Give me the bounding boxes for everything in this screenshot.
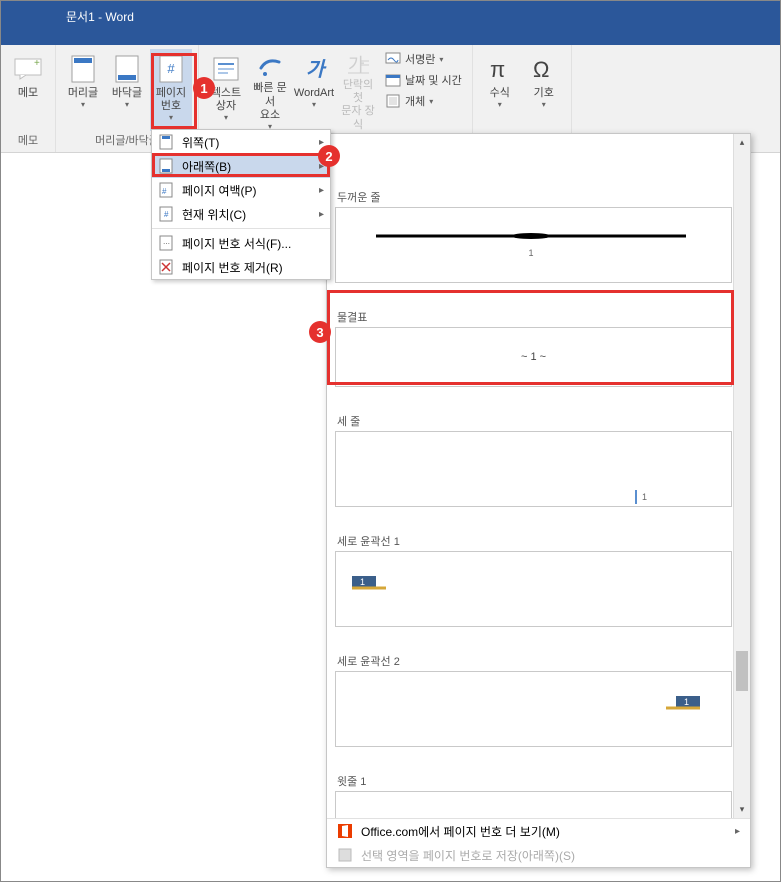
gallery-label-vert-outline1: 세로 윤곽선 1 xyxy=(335,507,742,551)
menu-item-top[interactable]: 위쪽(T) ▸ xyxy=(152,130,330,154)
gallery-item-tilde[interactable]: ~ 1 ~ xyxy=(335,327,732,387)
gallery-footer: Office.com에서 페이지 번호 더 보기(M) ▸ 선택 영역을 페이지… xyxy=(327,818,750,867)
chevron-down-icon: ▾ xyxy=(498,100,502,109)
svg-text:⋯: ⋯ xyxy=(163,241,170,248)
gallery-item-vert-outline2[interactable]: 1 xyxy=(335,671,732,747)
chevron-right-icon: ▸ xyxy=(319,209,324,220)
dropcap-icon: 가 xyxy=(342,53,374,77)
titlebar: 문서1 - Word xyxy=(1,1,780,31)
datetime-button[interactable]: 날짜 및 시간 xyxy=(381,70,466,90)
page-number-icon: # xyxy=(155,53,187,85)
object-icon xyxy=(385,93,401,109)
quickparts-button[interactable]: 빠른 문서 요소 ▾ xyxy=(249,49,291,131)
callout-3: 3 xyxy=(309,321,331,343)
svg-text:가: 가 xyxy=(306,59,327,81)
svg-text:1: 1 xyxy=(684,697,689,707)
equation-icon: π xyxy=(484,53,516,85)
scroll-up-icon[interactable]: ▴ xyxy=(734,134,750,151)
ribbon-group-header-footer-label: 머리글/바닥글 xyxy=(95,132,159,150)
gallery-item-thick-line[interactable]: 1 xyxy=(335,207,732,283)
equation-button[interactable]: π 수식 ▾ xyxy=(479,49,521,131)
quickparts-icon xyxy=(254,53,286,80)
preview-number-1: 1 xyxy=(528,248,533,258)
menu-item-remove[interactable]: 페이지 번호 제거(R) xyxy=(152,255,330,279)
format-icon: ⋯ xyxy=(158,235,174,251)
signature-icon xyxy=(385,51,401,67)
gallery-more-office[interactable]: Office.com에서 페이지 번호 더 보기(M) ▸ xyxy=(327,819,750,843)
wordart-icon: 가 xyxy=(298,53,330,85)
ribbon-group-memo: + 메모 메모 xyxy=(1,45,56,152)
page-bottom-icon xyxy=(158,158,174,174)
header-button[interactable]: 머리글 ▾ xyxy=(62,49,104,131)
svg-text:#: # xyxy=(162,187,167,196)
footer-button[interactable]: 바닥글 ▾ xyxy=(106,49,148,131)
page-number-gallery: 두꺼운 줄 1 물결표 ~ 1 ~ 세 줄 1 세로 윤곽선 1 1 세로 윤곽… xyxy=(326,133,751,868)
menu-item-current[interactable]: # 현재 위치(C) ▸ xyxy=(152,202,330,226)
ribbon-tab-strip xyxy=(1,31,780,45)
textbox-icon xyxy=(210,53,242,85)
gallery-label-tilde: 물결표 xyxy=(335,283,742,327)
svg-text:#: # xyxy=(167,61,175,76)
scrollbar-thumb[interactable] xyxy=(736,651,748,691)
page-number-dropdown: 위쪽(T) ▸ 아래쪽(B) ▸ # 페이지 여백(P) ▸ # 현재 위치(C… xyxy=(151,129,331,280)
page-top-icon xyxy=(158,134,174,150)
chevron-down-icon: ▾ xyxy=(439,55,443,64)
chevron-right-icon: ▸ xyxy=(735,826,740,837)
gallery-label-three-lines: 세 줄 xyxy=(335,387,742,431)
gallery-save-selection: 선택 영역을 페이지 번호로 저장(아래쪽)(S) xyxy=(327,843,750,867)
symbol-button[interactable]: Ω 기호 ▾ xyxy=(523,49,565,131)
svg-text:1: 1 xyxy=(642,492,647,502)
office-icon xyxy=(337,823,353,839)
chevron-down-icon: ▾ xyxy=(542,100,546,109)
page-number-button[interactable]: # 페이지 번호 ▾ xyxy=(150,49,192,131)
dropcap-button[interactable]: 가 단락의 첫 문자 장식 ▾ xyxy=(337,49,379,131)
object-button[interactable]: 개체 ▾ xyxy=(381,91,466,111)
chevron-down-icon: ▾ xyxy=(125,100,129,109)
chevron-down-icon: ▾ xyxy=(312,100,316,109)
window-title: 문서1 - Word xyxy=(66,8,134,25)
memo-icon: + xyxy=(12,53,44,85)
svg-text:π: π xyxy=(490,57,505,82)
gallery-item-three-lines[interactable]: 1 xyxy=(335,431,732,507)
gallery-label-vert-outline2: 세로 윤곽선 2 xyxy=(335,627,742,671)
chevron-down-icon: ▾ xyxy=(81,100,85,109)
symbol-icon: Ω xyxy=(528,53,560,85)
datetime-icon xyxy=(385,72,401,88)
svg-text:#: # xyxy=(164,210,169,219)
chevron-right-icon: ▸ xyxy=(319,185,324,196)
chevron-down-icon: ▾ xyxy=(429,97,433,106)
header-icon xyxy=(67,53,99,85)
chevron-down-icon: ▾ xyxy=(224,113,228,122)
gallery-label-thick-line: 두꺼운 줄 xyxy=(335,134,742,207)
menu-item-format[interactable]: ⋯ 페이지 번호 서식(F)... xyxy=(152,231,330,255)
gallery-item-vert-outline1[interactable]: 1 xyxy=(335,551,732,627)
svg-text:Ω: Ω xyxy=(533,57,549,82)
gallery-scrollbar[interactable]: ▴ ▾ xyxy=(733,134,750,818)
menu-item-bottom[interactable]: 아래쪽(B) ▸ xyxy=(152,154,330,178)
save-icon xyxy=(337,847,353,863)
callout-2: 2 xyxy=(318,145,340,167)
svg-text:1: 1 xyxy=(360,577,365,587)
callout-1: 1 xyxy=(193,77,215,99)
gallery-item-topline1[interactable]: 1 xyxy=(335,791,732,818)
menu-separator xyxy=(152,228,330,229)
signature-button[interactable]: 서명란 ▾ xyxy=(381,49,466,69)
memo-button[interactable]: + 메모 xyxy=(7,49,49,131)
ribbon-group-memo-label: 메모 xyxy=(18,132,38,150)
current-position-icon: # xyxy=(158,206,174,222)
remove-icon xyxy=(158,259,174,275)
scroll-down-icon[interactable]: ▾ xyxy=(734,801,750,818)
page-margins-icon: # xyxy=(158,182,174,198)
svg-text:+: + xyxy=(34,58,40,69)
chevron-down-icon: ▾ xyxy=(169,113,173,122)
footer-icon xyxy=(111,53,143,85)
wordart-button[interactable]: 가 WordArt ▾ xyxy=(293,49,335,131)
menu-item-margins[interactable]: # 페이지 여백(P) ▸ xyxy=(152,178,330,202)
gallery-label-topline1: 윗줄 1 xyxy=(335,747,742,791)
